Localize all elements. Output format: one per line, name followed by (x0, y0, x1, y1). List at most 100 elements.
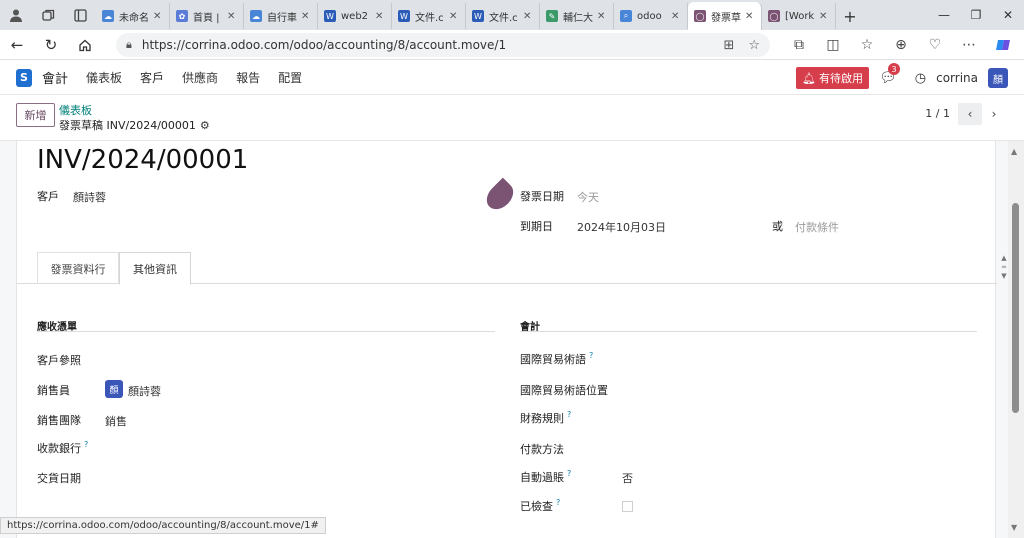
menu-reports[interactable]: 報告 (236, 69, 260, 86)
close-tab-icon[interactable]: ✕ (597, 11, 607, 22)
pager-previous-button[interactable]: ‹ (958, 103, 982, 125)
favorite-star-icon[interactable]: ☆ (748, 38, 760, 53)
cursor-blob-icon (481, 177, 519, 215)
extensions-icon[interactable]: ⧉ (782, 37, 816, 53)
browser-tab-0[interactable]: ☁ 未命名 ✕ (96, 3, 170, 29)
form-sheet: INV/2024/00001 客戶 顏詩蓉 發票日期 今天 到期日 2024年1… (16, 141, 1007, 538)
browser-tab-5[interactable]: W 文件.c ✕ (466, 3, 540, 29)
close-tab-icon[interactable]: ✕ (449, 11, 459, 22)
page-scrollbar[interactable]: ▲ ▼ (1008, 141, 1024, 538)
browser-tab-3[interactable]: Wweb2 ✕ (318, 3, 392, 29)
checked-checkbox[interactable] (622, 501, 633, 512)
minimize-icon[interactable]: — (928, 0, 960, 30)
accounting-app-icon[interactable]: S (16, 68, 32, 87)
browser-tab-2[interactable]: ☁ 自行車 ✕ (244, 3, 318, 29)
user-name[interactable]: corrina (936, 71, 978, 85)
help-icon[interactable]: ? (567, 410, 571, 419)
address-bar[interactable]: 🔒︎ https://corrina.odoo.com/odoo/account… (116, 33, 770, 57)
due-date-field[interactable]: 2024年10月03日 (577, 219, 666, 235)
or-label: 或 (772, 220, 783, 233)
close-tab-icon[interactable]: ✕ (671, 11, 681, 22)
word-icon: W (324, 10, 336, 22)
close-tab-icon[interactable]: ✕ (227, 11, 237, 22)
help-icon[interactable]: ? (556, 498, 560, 507)
browser-tab-label: 文件.c (489, 12, 518, 24)
restore-icon[interactable]: ❐ (960, 0, 992, 30)
back-icon[interactable]: ← (0, 30, 34, 60)
salesperson-field[interactable]: 顏詩蓉 (128, 383, 161, 399)
home-icon[interactable] (68, 30, 102, 60)
pager-next-button[interactable]: › (982, 103, 1006, 125)
lock-icon[interactable]: 🔒︎ (126, 38, 132, 52)
close-window-icon[interactable]: ✕ (992, 0, 1024, 30)
menu-customers[interactable]: 客戶 (140, 69, 164, 86)
invoice-date-field[interactable]: 今天 (577, 189, 599, 205)
word-icon: W (472, 10, 484, 22)
incoterm-label: 國際貿易術語? (520, 351, 593, 367)
url-text[interactable]: https://corrina.odoo.com/odoo/accounting… (142, 38, 710, 52)
copilot-icon[interactable] (986, 37, 1020, 53)
tab-actions-icon[interactable] (64, 0, 96, 30)
activity-clock-icon[interactable]: ◷ (915, 71, 926, 86)
pending-activation-button[interactable]: 🔔︎ 有待啟用 (796, 67, 869, 89)
checked-label: 已檢查? (520, 498, 560, 514)
workspaces-icon[interactable] (32, 0, 64, 30)
menu-vendors[interactable]: 供應商 (182, 69, 218, 86)
chat-icon[interactable]: 💬︎ 3 (879, 63, 900, 86)
browser-tab-4[interactable]: W 文件.c ✕ (392, 3, 466, 29)
close-tab-icon[interactable]: ✕ (523, 11, 533, 22)
close-tab-icon[interactable]: ✕ (745, 11, 755, 22)
help-icon[interactable]: ? (567, 469, 571, 478)
favorites-icon[interactable]: ☆ (850, 37, 884, 53)
sales-team-field[interactable]: 銷售 (105, 413, 127, 429)
app-available-icon[interactable]: ⊞ (723, 38, 734, 53)
bell-icon: 🔔︎ (802, 71, 816, 85)
auto-post-label: 自動過賬? (520, 469, 571, 485)
split-screen-icon[interactable]: ◫ (816, 37, 850, 53)
new-tab-button[interactable]: + (836, 3, 864, 29)
fiscal-position-label-text: 財務規則 (520, 412, 564, 425)
incoterm-label-text: 國際貿易術語 (520, 353, 586, 366)
bank-label-text: 收款銀行 (37, 442, 81, 455)
scroll-thumb[interactable] (1012, 203, 1019, 413)
payment-terms-field[interactable]: 付款條件 (795, 219, 839, 235)
tab-list: ☁ 未命名 ✕ ✿ 首頁 | ✕ ☁ 自行車 ✕ Wweb2 ✕ W 文件.c ✕ W 文件.c ✕ ✎ 輔仁大 ✕ ⌕… (96, 0, 864, 30)
browser-tab-8[interactable]: ◯ 發票草 ✕ (688, 2, 762, 30)
odoo-icon: ◯ (694, 10, 706, 22)
checked-label-text: 已檢查 (520, 500, 553, 513)
scroll-down-icon[interactable]: ▼ (1011, 523, 1017, 532)
help-icon[interactable]: ? (84, 440, 88, 449)
gear-icon[interactable]: ⚙ (200, 119, 210, 132)
browser-tab-7[interactable]: ⌕ odoo ✕ (614, 3, 688, 29)
menu-configuration[interactable]: 配置 (278, 69, 302, 86)
collections-icon[interactable]: ⊕ (884, 37, 918, 53)
refresh-icon[interactable]: ↻ (34, 30, 68, 60)
close-tab-icon[interactable]: ✕ (153, 11, 163, 22)
pager-value[interactable]: 1 / 1 (925, 107, 950, 120)
new-button[interactable]: 新增 (16, 103, 55, 127)
salesperson-label: 銷售員 (37, 384, 70, 397)
auto-post-field[interactable]: 否 (622, 470, 633, 486)
menu-dashboard[interactable]: 儀表板 (86, 69, 122, 86)
profile-icon[interactable] (0, 0, 32, 30)
more-icon[interactable]: ⋯ (952, 37, 986, 53)
scroll-up-icon[interactable]: ▲ (1011, 147, 1017, 156)
user-avatar[interactable]: 顏 (988, 68, 1008, 88)
browser-tab-6[interactable]: ✎ 輔仁大 ✕ (540, 3, 614, 29)
browser-tab-9[interactable]: ◯ [Work ✕ (762, 3, 836, 29)
tab-invoice-lines[interactable]: 發票資料行 (37, 252, 119, 284)
breadcrumb-parent[interactable]: 儀表板 (59, 102, 92, 118)
salesperson-avatar: 顏 (105, 380, 123, 398)
close-tab-icon[interactable]: ✕ (819, 11, 829, 22)
tab-other-info[interactable]: 其他資訊 (119, 252, 191, 285)
browser-tab-1[interactable]: ✿ 首頁 | ✕ (170, 3, 244, 29)
status-bar-url: https://corrina.odoo.com/odoo/accounting… (0, 517, 326, 534)
browser-essentials-icon[interactable]: ♡ (918, 37, 952, 53)
inner-scroll-arrows[interactable]: ▲ ═ ▼ (997, 254, 1008, 282)
close-tab-icon[interactable]: ✕ (375, 11, 385, 22)
customer-field[interactable]: 顏詩蓉 (73, 189, 106, 205)
form-content: INV/2024/00001 客戶 顏詩蓉 發票日期 今天 到期日 2024年1… (0, 141, 1008, 538)
help-icon[interactable]: ? (589, 351, 593, 360)
app-name[interactable]: 會計 (42, 68, 68, 87)
close-tab-icon[interactable]: ✕ (301, 11, 311, 22)
